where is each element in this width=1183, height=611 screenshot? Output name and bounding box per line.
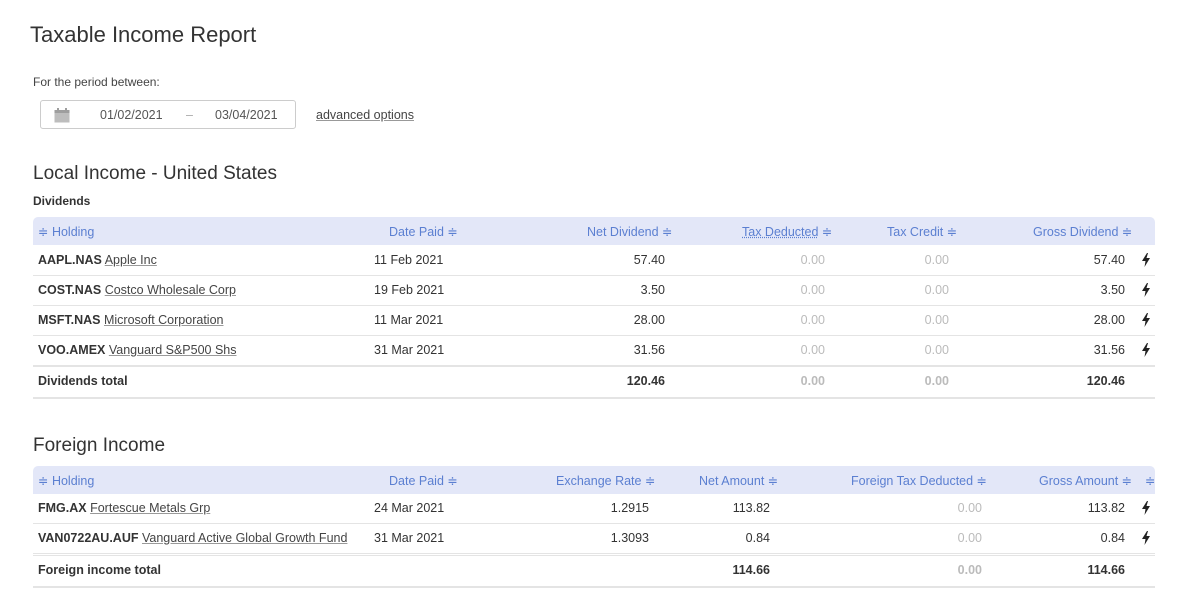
- foreign-total-row: Foreign income total 114.66 0.00 114.66: [33, 555, 1155, 588]
- table-row: MSFT.NAS Microsoft Corporation 11 Mar 20…: [33, 306, 1155, 336]
- net-dividend: 28.00: [633, 313, 665, 327]
- holding-code: AAPL.NAS: [38, 253, 102, 267]
- bolt-icon[interactable]: [1141, 343, 1151, 357]
- bolt-icon[interactable]: [1141, 501, 1151, 515]
- table-row: VAN0722AU.AUF Vanguard Active Global Gro…: [33, 524, 1155, 554]
- total-label: Dividends total: [38, 374, 128, 388]
- date-paid: 19 Feb 2021: [374, 283, 445, 297]
- tax-deducted: 0.00: [800, 343, 825, 357]
- holding-code: MSFT.NAS: [38, 313, 101, 327]
- total-net-amount: 114.66: [732, 563, 770, 577]
- tax-deducted-sort-icon[interactable]: ≑: [822, 225, 832, 239]
- foreign-income-title: Foreign Income: [33, 435, 166, 456]
- col-net-amount[interactable]: Net Amount ≑: [699, 473, 778, 488]
- calendar-icon: [54, 108, 70, 123]
- period-label: For the period between:: [33, 75, 160, 89]
- local-income-title: Local Income - United States: [33, 163, 277, 184]
- end-date-field[interactable]: 03/04/2021: [215, 108, 278, 122]
- table-row: AAPL.NAS Apple Inc 11 Feb 2021 57.40 0.0…: [33, 246, 1155, 276]
- tax-deducted: 0.00: [800, 313, 825, 327]
- gross-amount: 113.82: [1087, 501, 1125, 515]
- col-date-paid[interactable]: Date Paid ≑: [389, 224, 458, 239]
- total-net-dividend: 120.46: [626, 374, 665, 388]
- table-row: VOO.AMEX Vanguard S&P500 Shs 31 Mar 2021…: [33, 336, 1155, 366]
- holding-name-link[interactable]: Microsoft Corporation: [104, 313, 224, 327]
- col-gross-dividend[interactable]: Gross Dividend ≑: [1033, 224, 1132, 239]
- col-net-dividend[interactable]: Net Dividend ≑: [587, 224, 673, 239]
- dividends-table-header: ≑ Holding Date Paid ≑ Net Dividend ≑ Tax…: [33, 217, 1155, 245]
- dividends-subtitle: Dividends: [33, 194, 91, 208]
- col-exchange-rate[interactable]: Exchange Rate ≑: [556, 473, 655, 488]
- net-amount: 113.82: [732, 501, 770, 515]
- tax-credit: 0.00: [924, 313, 949, 327]
- bolt-icon[interactable]: [1141, 313, 1151, 327]
- col-foreign-tax-deducted[interactable]: Foreign Tax Deducted ≑: [851, 473, 987, 488]
- date-paid: 31 Mar 2021: [374, 531, 445, 545]
- holding-name-link[interactable]: Vanguard Active Global Growth Fund: [142, 531, 347, 545]
- table-row: FMG.AX Fortescue Metals Grp 24 Mar 2021 …: [33, 494, 1155, 524]
- holding-code: VAN0722AU.AUF: [38, 531, 139, 545]
- tax-credit: 0.00: [924, 343, 949, 357]
- gross-dividend: 57.40: [1093, 253, 1125, 267]
- total-tax-deducted: 0.00: [800, 374, 825, 388]
- gross-dividend: 28.00: [1093, 313, 1125, 327]
- col-tax-credit[interactable]: Tax Credit ≑: [887, 224, 957, 239]
- net-amount: 0.84: [745, 531, 770, 545]
- col-date-paid[interactable]: Date Paid ≑: [389, 473, 458, 488]
- date-range-picker[interactable]: 01/02/2021 – 03/04/2021: [40, 100, 296, 129]
- holding-name-link[interactable]: Fortescue Metals Grp: [90, 501, 210, 515]
- holding-name-link[interactable]: Vanguard S&P500 Shs: [109, 343, 237, 357]
- col-extra-sort-icon[interactable]: ≑: [1145, 473, 1155, 488]
- col-holding[interactable]: ≑ Holding: [38, 224, 94, 239]
- holding-code: VOO.AMEX: [38, 343, 106, 357]
- date-paid: 31 Mar 2021: [374, 343, 445, 357]
- tax-deducted-label[interactable]: Tax Deducted: [742, 225, 818, 239]
- tax-deducted: 0.00: [800, 283, 825, 297]
- holding-name-link[interactable]: Apple Inc: [105, 253, 157, 267]
- col-tax-deducted[interactable]: Tax Deducted ≑: [742, 224, 832, 239]
- bolt-icon[interactable]: [1141, 531, 1151, 545]
- foreign-tax-deducted: 0.00: [957, 501, 982, 515]
- foreign-tax-deducted: 0.00: [957, 531, 982, 545]
- gross-amount: 0.84: [1100, 531, 1125, 545]
- tax-deducted: 0.00: [800, 253, 825, 267]
- total-foreign-tax-deducted: 0.00: [957, 563, 982, 577]
- advanced-options-link[interactable]: advanced options: [316, 108, 414, 122]
- tax-credit: 0.00: [924, 253, 949, 267]
- date-paid: 24 Mar 2021: [374, 501, 445, 515]
- start-date-field[interactable]: 01/02/2021: [100, 108, 163, 122]
- total-tax-credit: 0.00: [924, 374, 949, 388]
- page-title: Taxable Income Report: [30, 22, 257, 47]
- total-gross-dividend: 120.46: [1086, 374, 1125, 388]
- bolt-icon[interactable]: [1141, 253, 1151, 267]
- col-holding[interactable]: ≑ Holding: [38, 473, 94, 488]
- dividends-total-row: Dividends total 120.46 0.00 0.00 120.46: [33, 366, 1155, 399]
- exchange-rate: 1.2915: [610, 501, 649, 515]
- holding-name-link[interactable]: Costco Wholesale Corp: [105, 283, 236, 297]
- holding-code: COST.NAS: [38, 283, 102, 297]
- holding-code: FMG.AX: [38, 501, 87, 515]
- net-dividend: 57.40: [633, 253, 665, 267]
- total-gross-amount: 114.66: [1087, 563, 1125, 577]
- foreign-table-header: ≑ Holding Date Paid ≑ Exchange Rate ≑ Ne…: [33, 466, 1155, 494]
- date-paid: 11 Feb 2021: [374, 253, 444, 267]
- gross-dividend: 3.50: [1100, 283, 1125, 297]
- total-label: Foreign income total: [38, 563, 161, 577]
- table-row: COST.NAS Costco Wholesale Corp 19 Feb 20…: [33, 276, 1155, 306]
- gross-dividend: 31.56: [1093, 343, 1125, 357]
- date-separator: –: [186, 108, 193, 122]
- net-dividend: 31.56: [633, 343, 665, 357]
- col-gross-amount[interactable]: Gross Amount ≑: [1039, 473, 1132, 488]
- tax-credit: 0.00: [924, 283, 949, 297]
- bolt-icon[interactable]: [1141, 283, 1151, 297]
- date-paid: 11 Mar 2021: [374, 313, 444, 327]
- exchange-rate: 1.3093: [610, 531, 649, 545]
- net-dividend: 3.50: [640, 283, 665, 297]
